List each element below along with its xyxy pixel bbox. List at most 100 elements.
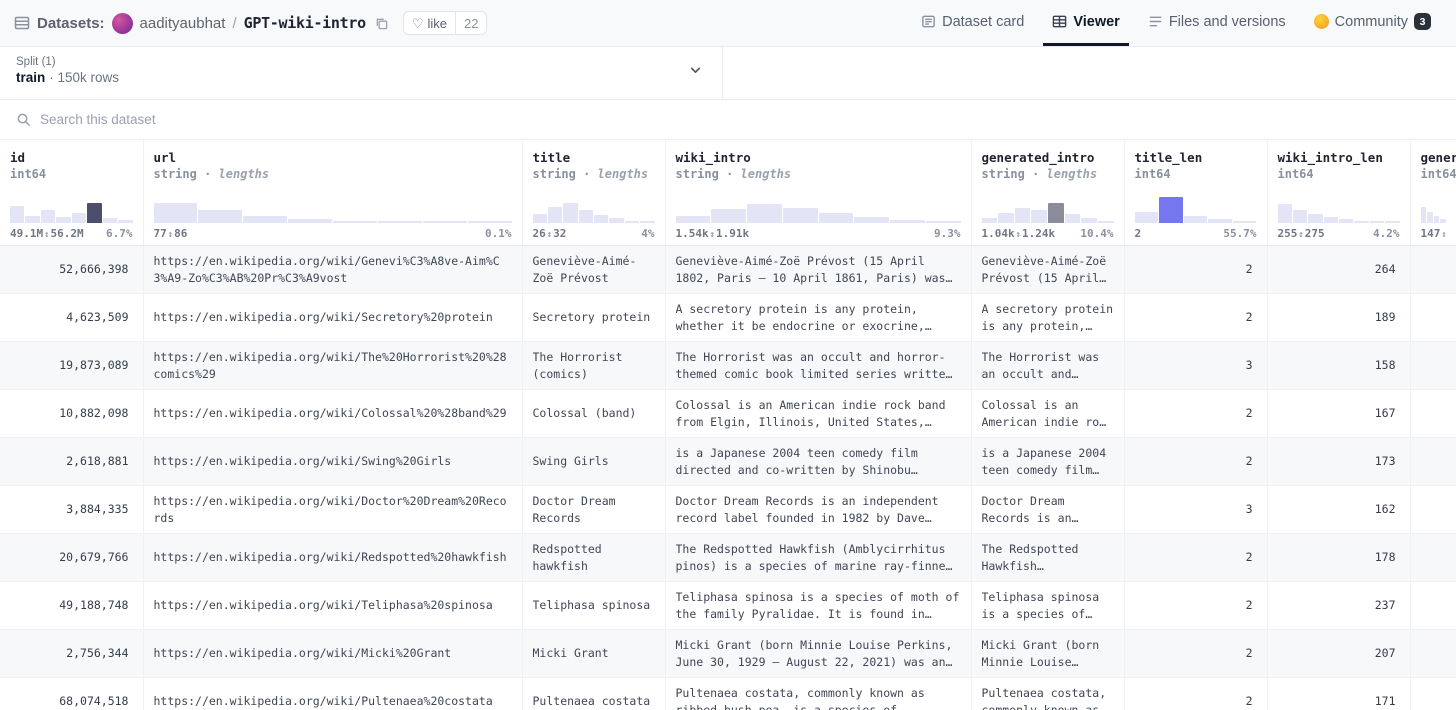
cell-wiki_intro_len[interactable]: 189 <box>1267 293 1411 342</box>
cell-wiki_intro[interactable]: Doctor Dream Records is an independent r… <box>665 485 972 534</box>
histogram-title[interactable] <box>532 190 655 223</box>
cell-wiki_intro[interactable]: The Horrorist was an occult and horror-t… <box>665 341 972 390</box>
tab-dataset-card[interactable]: Dataset card <box>912 0 1033 46</box>
cell-id[interactable]: 10,882,098 <box>0 389 144 438</box>
cell-title[interactable]: Colossal (band) <box>522 389 666 438</box>
dataset-name-link[interactable]: GPT-wiki-intro <box>244 14 367 32</box>
cell-generated_intro[interactable]: is a Japanese 2004 teen comedy film… <box>971 437 1125 486</box>
cell-title[interactable]: Secretory protein <box>522 293 666 342</box>
cell-generated_intro_len[interactable] <box>1410 293 1456 342</box>
cell-title_len[interactable]: 3 <box>1124 341 1268 390</box>
cell-title[interactable]: Geneviève-Aimé-Zoë Prévost <box>522 245 666 294</box>
cell-id[interactable]: 20,679,766 <box>0 533 144 582</box>
cell-id[interactable]: 19,873,089 <box>0 341 144 390</box>
cell-url[interactable]: https://en.wikipedia.org/wiki/Secretory%… <box>143 293 523 342</box>
cell-generated_intro_len[interactable] <box>1410 485 1456 534</box>
cell-generated_intro[interactable]: Geneviève-Aimé-Zoë Prévost (15 April… <box>971 245 1125 294</box>
cell-generated_intro_len[interactable] <box>1410 245 1456 294</box>
cell-wiki_intro[interactable]: Micki Grant (born Minnie Louise Perkins,… <box>665 629 972 678</box>
cell-title_len[interactable]: 2 <box>1124 533 1268 582</box>
cell-url[interactable]: https://en.wikipedia.org/wiki/Teliphasa%… <box>143 581 523 630</box>
cell-wiki_intro_len[interactable]: 167 <box>1267 389 1411 438</box>
cell-wiki_intro[interactable]: Teliphasa spinosa is a species of moth o… <box>665 581 972 630</box>
cell-wiki_intro_len[interactable]: 171 <box>1267 677 1411 710</box>
cell-title[interactable]: Redspotted hawkfish <box>522 533 666 582</box>
cell-generated_intro[interactable]: Teliphasa spinosa is a species of… <box>971 581 1125 630</box>
like-count[interactable]: 22 <box>455 12 487 34</box>
cell-generated_intro_len[interactable] <box>1410 581 1456 630</box>
cell-id[interactable]: 68,074,518 <box>0 677 144 710</box>
tab-files-and-versions[interactable]: Files and versions <box>1139 0 1295 46</box>
cell-title_len[interactable]: 2 <box>1124 629 1268 678</box>
histogram-generated_intro_len[interactable] <box>1420 190 1446 223</box>
cell-title_len[interactable]: 2 <box>1124 245 1268 294</box>
cell-title[interactable]: Micki Grant <box>522 629 666 678</box>
cell-title[interactable]: Doctor Dream Records <box>522 485 666 534</box>
cell-title_len[interactable]: 3 <box>1124 485 1268 534</box>
cell-title_len[interactable]: 2 <box>1124 677 1268 710</box>
cell-id[interactable]: 2,756,344 <box>0 629 144 678</box>
histogram-title_len[interactable] <box>1134 190 1257 223</box>
cell-generated_intro[interactable]: Doctor Dream Records is an… <box>971 485 1125 534</box>
cell-wiki_intro_len[interactable]: 237 <box>1267 581 1411 630</box>
cell-id[interactable]: 2,618,881 <box>0 437 144 486</box>
cell-generated_intro[interactable]: The Horrorist was an occult and… <box>971 341 1125 390</box>
owner-avatar[interactable] <box>111 12 133 34</box>
cell-generated_intro[interactable]: Colossal is an American indie ro… <box>971 389 1125 438</box>
cell-generated_intro_len[interactable] <box>1410 389 1456 438</box>
cell-id[interactable]: 49,188,748 <box>0 581 144 630</box>
cell-generated_intro[interactable]: Micki Grant (born Minnie Louise… <box>971 629 1125 678</box>
cell-url[interactable]: https://en.wikipedia.org/wiki/Colossal%2… <box>143 389 523 438</box>
cell-generated_intro_len[interactable] <box>1410 533 1456 582</box>
tab-community[interactable]: Community 3 <box>1305 0 1440 46</box>
cell-id[interactable]: 3,884,335 <box>0 485 144 534</box>
search-input[interactable] <box>40 112 1440 127</box>
cell-generated_intro_len[interactable] <box>1410 341 1456 390</box>
cell-url[interactable]: https://en.wikipedia.org/wiki/Micki%20Gr… <box>143 629 523 678</box>
cell-title[interactable]: Pultenaea costata <box>522 677 666 710</box>
cell-title_len[interactable]: 2 <box>1124 293 1268 342</box>
cell-generated_intro_len[interactable] <box>1410 677 1456 710</box>
cell-wiki_intro[interactable]: Geneviève-Aimé-Zoë Prévost (15 April 180… <box>665 245 972 294</box>
cell-wiki_intro_len[interactable]: 207 <box>1267 629 1411 678</box>
tab-viewer[interactable]: Viewer <box>1043 0 1129 46</box>
cell-generated_intro[interactable]: The Redspotted Hawkfish… <box>971 533 1125 582</box>
cell-url[interactable]: https://en.wikipedia.org/wiki/Swing%20Gi… <box>143 437 523 486</box>
histogram-url[interactable] <box>153 190 512 223</box>
histogram-id[interactable] <box>10 190 133 223</box>
cell-wiki_intro_len[interactable]: 173 <box>1267 437 1411 486</box>
cell-title_len[interactable]: 2 <box>1124 581 1268 630</box>
cell-generated_intro_len[interactable] <box>1410 437 1456 486</box>
histogram-wiki_intro_len[interactable] <box>1277 190 1400 223</box>
cell-id[interactable]: 52,666,398 <box>0 245 144 294</box>
histogram-wiki_intro[interactable] <box>675 190 961 223</box>
cell-url[interactable]: https://en.wikipedia.org/wiki/Doctor%20D… <box>143 485 523 534</box>
cell-title[interactable]: Swing Girls <box>522 437 666 486</box>
cell-generated_intro[interactable]: Pultenaea costata, commonly known as… <box>971 677 1125 710</box>
cell-wiki_intro_len[interactable]: 158 <box>1267 341 1411 390</box>
cell-url[interactable]: https://en.wikipedia.org/wiki/Redspotted… <box>143 533 523 582</box>
cell-wiki_intro[interactable]: Pultenaea costata, commonly known as rib… <box>665 677 972 710</box>
cell-wiki_intro[interactable]: A secretory protein is any protein, whet… <box>665 293 972 342</box>
cell-wiki_intro[interactable]: is a Japanese 2004 teen comedy film dire… <box>665 437 972 486</box>
cell-url[interactable]: https://en.wikipedia.org/wiki/Pultenaea%… <box>143 677 523 710</box>
cell-url[interactable]: https://en.wikipedia.org/wiki/The%20Horr… <box>143 341 523 390</box>
cell-title_len[interactable]: 2 <box>1124 389 1268 438</box>
cell-generated_intro_len[interactable] <box>1410 629 1456 678</box>
copy-icon[interactable] <box>375 17 388 30</box>
cell-generated_intro[interactable]: A secretory protein is any protein,… <box>971 293 1125 342</box>
cell-title[interactable]: The Horrorist (comics) <box>522 341 666 390</box>
histogram-generated_intro[interactable] <box>981 190 1114 223</box>
cell-wiki_intro_len[interactable]: 264 <box>1267 245 1411 294</box>
owner-link[interactable]: aadityaubhat <box>140 15 226 32</box>
cell-wiki_intro[interactable]: The Redspotted Hawkfish (Amblycirrhitus … <box>665 533 972 582</box>
cell-title_len[interactable]: 2 <box>1124 437 1268 486</box>
split-selector[interactable]: Split (1) train · 150k rows <box>0 47 723 99</box>
cell-url[interactable]: https://en.wikipedia.org/wiki/Genevi%C3%… <box>143 245 523 294</box>
cell-title[interactable]: Teliphasa spinosa <box>522 581 666 630</box>
cell-id[interactable]: 4,623,509 <box>0 293 144 342</box>
cell-wiki_intro_len[interactable]: 178 <box>1267 533 1411 582</box>
like-button[interactable]: ♡ like <box>403 12 456 34</box>
cell-wiki_intro[interactable]: Colossal is an American indie rock band … <box>665 389 972 438</box>
cell-wiki_intro_len[interactable]: 162 <box>1267 485 1411 534</box>
